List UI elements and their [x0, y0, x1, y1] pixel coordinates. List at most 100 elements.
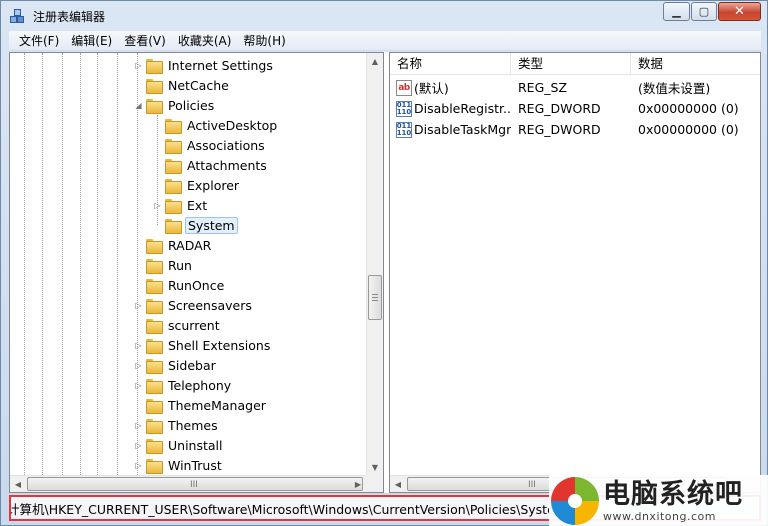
site-logo-icon	[551, 477, 599, 525]
value-name: (默认)	[414, 81, 449, 96]
tree-vertical-scrollbar[interactable]: ▲ ▼	[366, 53, 383, 476]
tree-item[interactable]: Associations	[153, 135, 267, 155]
tree-item[interactable]: ▷ Shell Extensions	[134, 335, 272, 355]
registry-editor-icon	[10, 8, 26, 24]
scroll-right-arrow-icon[interactable]: ▶	[350, 476, 366, 492]
tree-item[interactable]: Explorer	[153, 175, 241, 195]
menu-edit[interactable]: 编辑(E)	[65, 31, 118, 51]
scroll-left-arrow-icon[interactable]: ◀	[390, 476, 406, 492]
registry-editor-window: 注册表编辑器 ▁ ▢ ✕ 文件(F) 编辑(E) 查看(V) 收藏夹(A) 帮助…	[0, 0, 768, 526]
value-type: REG_SZ	[518, 80, 568, 95]
scroll-grip: III	[528, 480, 536, 490]
tree-item[interactable]: ◢ Policies	[134, 95, 216, 115]
folder-icon	[165, 138, 182, 154]
tree-item[interactable]: ActiveDesktop	[153, 115, 279, 135]
tree-vertical-scroll-thumb[interactable]	[368, 275, 382, 320]
expand-arrow-icon[interactable]: ▷	[134, 421, 143, 430]
tree-item[interactable]: NetCache	[134, 75, 231, 95]
tree-item-label: System	[185, 216, 238, 234]
tree-item[interactable]: ▷ Internet Settings	[134, 55, 275, 75]
tree-item[interactable]: RunOnce	[134, 275, 226, 295]
expand-arrow-icon[interactable]: ▷	[134, 301, 143, 310]
tree-item[interactable]: RADAR	[134, 235, 213, 255]
tree-item-label: Internet Settings	[168, 57, 273, 73]
expand-arrow-icon[interactable]: ▷	[153, 201, 162, 210]
expand-arrow-icon[interactable]: ▷	[134, 441, 143, 450]
tree-item[interactable]: ▷ WinTrust	[134, 455, 224, 475]
tree-item[interactable]: ▷ Sidebar	[134, 355, 218, 375]
tree-item-label: Attachments	[187, 157, 267, 173]
tree-horizontal-scroll-thumb[interactable]: III	[27, 477, 363, 491]
window-controls: ▁ ▢ ✕	[663, 2, 761, 21]
value-row[interactable]: 011 110 DisableRegistr... REG_DWORD 0x000…	[390, 98, 760, 119]
tree-item-label: Telephony	[168, 377, 232, 393]
scrollbar-corner	[366, 475, 383, 492]
folder-icon	[165, 178, 182, 194]
value-type: REG_DWORD	[518, 122, 601, 137]
scroll-grip: III	[190, 480, 198, 490]
tree-item[interactable]: ▷ Telephony	[134, 375, 233, 395]
title-bar[interactable]: 注册表编辑器 ▁ ▢ ✕	[1, 1, 767, 31]
tree-item-label: Sidebar	[168, 357, 216, 373]
watermark-url: www.dnxitong.com	[603, 509, 716, 523]
tree-item[interactable]: ▷ Ext	[153, 195, 209, 215]
column-header-name[interactable]: 名称	[390, 53, 511, 75]
scroll-left-arrow-icon[interactable]: ◀	[10, 476, 26, 492]
tree-item-label: Ext	[187, 197, 208, 213]
expand-arrow-icon[interactable]: ▷	[134, 61, 143, 70]
registry-tree-pane[interactable]: ▷ Internet Settings NetCache ◢ Policies Activ…	[9, 52, 384, 493]
tree-item[interactable]: scurrent	[134, 315, 222, 335]
menu-view[interactable]: 查看(V)	[118, 31, 172, 51]
value-row[interactable]: 011 110 DisableTaskMgr REG_DWORD 0x000000…	[390, 119, 760, 140]
menu-favorites[interactable]: 收藏夹(A)	[172, 31, 238, 51]
minimize-button[interactable]: ▁	[663, 2, 690, 21]
scroll-down-arrow-icon[interactable]: ▼	[367, 459, 383, 476]
expand-arrow-icon[interactable]: ▷	[134, 381, 143, 390]
tree-item[interactable]: Attachments	[153, 155, 269, 175]
folder-icon	[146, 278, 163, 294]
registry-path: 计算机\HKEY_CURRENT_USER\Software\Microsoft…	[9, 501, 567, 517]
tree-item-label: scurrent	[168, 317, 220, 333]
maximize-button[interactable]: ▢	[691, 2, 717, 21]
folder-icon	[165, 118, 182, 134]
folder-icon	[146, 458, 163, 474]
value-name: DisableTaskMgr	[414, 122, 511, 137]
scroll-up-arrow-icon[interactable]: ▲	[367, 53, 383, 70]
tree-item[interactable]: ▷ Uninstall	[134, 435, 225, 455]
string-value-icon: ab	[396, 79, 412, 96]
expand-arrow-icon[interactable]: ▷	[134, 461, 143, 470]
tree-item-label: NetCache	[168, 77, 229, 93]
folder-icon	[146, 438, 163, 454]
column-header-data[interactable]: 数据	[631, 53, 760, 75]
watermark: 电脑系统吧 www.dnxitong.com	[549, 475, 768, 526]
column-header-type[interactable]: 类型	[511, 53, 631, 75]
menu-help[interactable]: 帮助(H)	[237, 31, 291, 51]
value-row[interactable]: ab (默认) REG_SZ (数值未设置)	[390, 77, 760, 98]
folder-icon	[146, 338, 163, 354]
tree-horizontal-scrollbar[interactable]: ◀ III ▶	[10, 475, 383, 492]
tree-item[interactable]: ThemeManager	[134, 395, 268, 415]
tree-item[interactable]: ▷ Screensavers	[134, 295, 254, 315]
tree-item-label: Uninstall	[168, 437, 223, 453]
folder-icon	[146, 58, 163, 74]
tree-item-label: Screensavers	[168, 297, 252, 313]
expand-arrow-icon[interactable]: ▷	[134, 361, 143, 370]
window-title: 注册表编辑器	[33, 9, 106, 24]
tree-item[interactable]: ▷ Themes	[134, 415, 220, 435]
folder-icon	[146, 78, 163, 94]
client-area: ▷ Internet Settings NetCache ◢ Policies Activ…	[9, 52, 761, 493]
tree-item-label: ThemeManager	[168, 397, 266, 413]
collapse-arrow-icon[interactable]: ◢	[134, 101, 143, 110]
tree-item[interactable]: Run	[134, 255, 194, 275]
tree-item[interactable]: System	[153, 215, 238, 235]
close-button[interactable]: ✕	[718, 2, 761, 21]
expand-arrow-icon[interactable]: ▷	[134, 341, 143, 350]
values-list-pane[interactable]: 名称 类型 数据 ab (默认) REG_SZ (数值未设置) 011110	[389, 52, 761, 493]
menu-file[interactable]: 文件(F)	[13, 31, 65, 51]
